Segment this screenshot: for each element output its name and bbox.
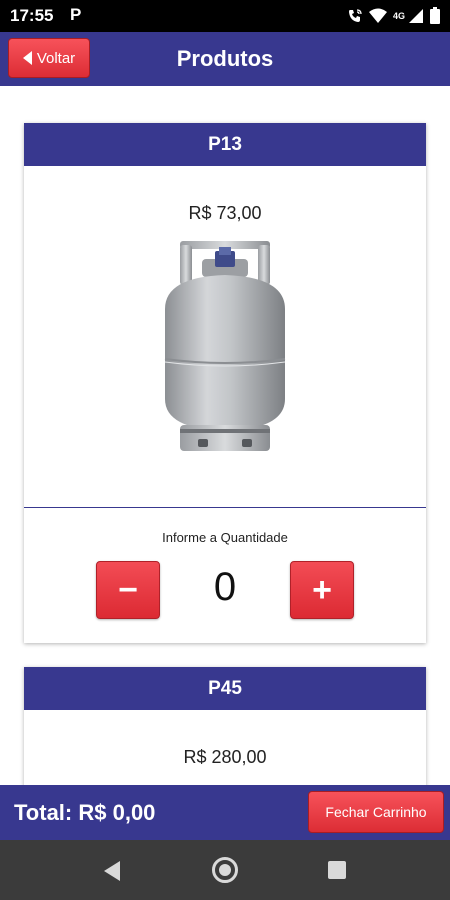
home-icon[interactable]	[212, 857, 238, 883]
product-card-p45: P45 R$ 280,00	[24, 667, 426, 785]
gas-cylinder-image	[140, 239, 310, 459]
wifi-calling-icon	[347, 8, 363, 24]
product-price: R$ 73,00	[188, 203, 262, 223]
close-cart-button[interactable]: Fechar Carrinho	[308, 791, 444, 833]
plus-icon: +	[312, 570, 332, 609]
app-screen: 17:55 P 4G Voltar Produtos P13 R$ 73,00 …	[0, 0, 450, 900]
status-icons: 4G	[347, 7, 440, 24]
increment-button[interactable]: +	[290, 561, 354, 619]
system-nav-bar	[0, 840, 450, 900]
product-price: R$ 280,00	[183, 747, 267, 767]
app-notification-icon: P	[70, 5, 82, 24]
signal-icon	[408, 8, 424, 24]
product-name: P13	[24, 123, 426, 166]
back-icon[interactable]	[104, 861, 120, 881]
quantity-value: 0	[213, 565, 237, 609]
battery-icon	[430, 7, 440, 24]
network-type-label: 4G	[392, 10, 405, 21]
cart-footer: Total: R$ 0,00 Fechar Carrinho	[0, 785, 450, 840]
cart-total: Total: R$ 0,00	[14, 800, 156, 825]
status-bar: 17:55 P 4G	[0, 0, 450, 32]
wifi-icon	[368, 8, 387, 24]
status-time: 17:55	[10, 6, 54, 25]
quantity-label: Informe a Quantidade	[162, 530, 288, 545]
card-divider	[24, 507, 426, 508]
product-name: P45	[24, 667, 426, 710]
recent-apps-icon[interactable]	[328, 861, 346, 879]
minus-icon: −	[118, 570, 138, 609]
product-list[interactable]: P13 R$ 73,00 Informe a Quantidade − 0 + …	[0, 86, 450, 785]
page-title: Produtos	[176, 46, 274, 71]
product-card-p13: P13 R$ 73,00 Informe a Quantidade − 0 +	[24, 123, 426, 643]
decrement-button[interactable]: −	[96, 561, 160, 619]
app-header: Voltar Produtos	[0, 32, 450, 86]
